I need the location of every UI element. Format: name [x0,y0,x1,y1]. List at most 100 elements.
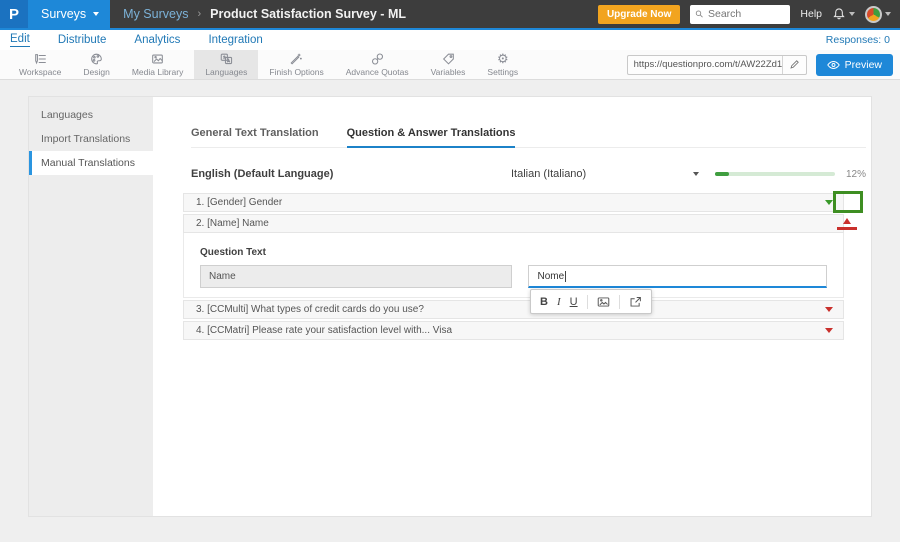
chevron-down-icon [885,12,891,16]
questionpro-app: P Surveys My Surveys › Product Satisfact… [0,0,900,542]
translation-text-value: Nome [537,270,565,282]
text-cursor [565,270,567,282]
workspace-icon [34,54,46,65]
question-row-ccmatri[interactable]: 4. [CCMatri] Please rate your satisfacti… [183,321,844,340]
expand-icon[interactable] [825,200,833,205]
translation-progress-percent: 12% [846,168,867,180]
translation-editor: Question Text Nome B I U [183,233,844,314]
avatar [865,5,882,23]
question-row-name[interactable]: 2. [Name] Name [183,214,857,233]
nav-distribute[interactable]: Distribute [58,34,107,46]
source-language-label: English (Default Language) [191,168,334,180]
toolbar-item-variables[interactable]: Variables [420,50,477,79]
translation-text-field[interactable]: Nome [528,265,827,288]
chevron-down-icon [693,172,699,176]
edit-url-button[interactable] [781,55,806,74]
tag-icon [442,53,454,65]
source-text-field [200,265,513,288]
format-toolbar: B I U [530,289,652,314]
external-link-button[interactable] [629,296,642,308]
questionpro-logo[interactable]: P [0,0,28,28]
toolbar-item-media-library[interactable]: Media Library [121,50,195,79]
question-list: 1. [Gender] Gender 2. [Name] Name Questi… [183,191,863,340]
translation-progress-fill [715,172,730,176]
question-text-label: Question Text [200,247,266,258]
section-nav: Edit Distribute Analytics Integration Re… [0,30,900,50]
translation-tabs: General Text Translation Question & Answ… [191,127,867,148]
translation-inputs: Nome [200,265,827,288]
insert-image-button[interactable] [597,296,610,308]
palette-icon [91,53,102,65]
expand-icon[interactable] [825,307,833,312]
translate-icon [220,53,232,65]
top-header: P Surveys My Surveys › Product Satisfact… [0,0,900,30]
notifications-menu[interactable] [832,7,855,21]
bell-icon [833,8,845,20]
toolbar-item-advance-quotas[interactable]: Advance Quotas [335,50,420,79]
question-title: 3. [CCMulti] What types of credit cards … [196,304,424,315]
toolbar-item-design[interactable]: Design [72,50,120,79]
media-image-icon [152,54,163,64]
tab-question-answer-translations[interactable]: Question & Answer Translations [346,127,516,148]
eye-icon [826,60,840,69]
toolbar-item-settings[interactable]: ⚙ Settings [476,50,529,79]
target-language-dropdown[interactable]: Italian (Italiano) [511,168,699,180]
account-menu[interactable] [865,5,891,23]
upgrade-now-button[interactable]: Upgrade Now [597,4,681,24]
underline-button[interactable]: U [570,296,578,308]
toolbar-divider [586,294,588,309]
pencil-icon [790,60,799,69]
gear-icon: ⚙ [496,51,509,66]
sidebar-item-languages[interactable]: Languages [29,103,153,127]
question-row-gender[interactable]: 1. [Gender] Gender [183,191,863,213]
question-title: 2. [Name] Name [196,218,269,229]
collapse-underline [837,227,857,230]
question-title: 4. [CCMatri] Please rate your satisfacti… [196,325,453,336]
toolbar-divider [618,294,620,309]
search-icon [696,10,704,18]
italic-button[interactable]: I [557,296,561,308]
breadcrumb: My Surveys › Product Satisfaction Survey… [123,7,406,21]
expand-icon[interactable] [825,328,833,333]
survey-url-group: https://questionpro.com/t/AW22Zd1S1 Prev… [626,50,900,79]
responses-count[interactable]: Responses: 0 [826,34,890,46]
edit-toolbar: Workspace Design Media Library Languages… [0,50,900,80]
sidebar-item-manual-translations[interactable]: Manual Translations [29,151,153,175]
manual-translations-content: General Text Translation Question & Answ… [153,97,880,516]
collapse-control[interactable] [836,218,858,230]
nav-analytics[interactable]: Analytics [134,34,180,46]
nav-integration[interactable]: Integration [208,34,262,46]
question-title: 1. [Gender] Gender [196,197,283,208]
chain-links-icon [371,53,383,65]
question-row-ccmulti[interactable]: 3. [CCMulti] What types of credit cards … [183,300,844,319]
bold-button[interactable]: B [540,296,548,308]
toolbar-item-finish-options[interactable]: Finish Options [258,50,334,79]
breadcrumb-my-surveys[interactable]: My Surveys [123,7,188,21]
target-language-value: Italian (Italiano) [511,168,587,180]
chevron-down-icon [849,12,855,16]
toolbar-item-workspace[interactable]: Workspace [8,50,72,79]
help-link[interactable]: Help [800,8,822,20]
highlight-box [833,191,863,213]
magic-wand-icon [290,53,302,65]
survey-url-text: https://questionpro.com/t/AW22Zd1S1 [633,59,782,70]
translations-sidebar: Languages Import Translations Manual Tra… [29,97,153,516]
language-selection-row: English (Default Language) Italian (Ital… [191,168,866,180]
global-search[interactable] [690,4,791,24]
surveys-product-menu[interactable]: Surveys [28,0,111,28]
toolbar-item-languages[interactable]: Languages [194,50,259,79]
header-right-group: Upgrade Now Help [597,4,900,24]
preview-button[interactable]: Preview [815,53,893,76]
breadcrumb-survey-title: Product Satisfaction Survey - ML [210,7,406,21]
nav-edit[interactable]: Edit [10,33,30,47]
sidebar-item-import-translations[interactable]: Import Translations [29,127,153,151]
collapse-icon [843,218,851,224]
surveys-menu-label: Surveys [41,7,87,21]
survey-url-field[interactable]: https://questionpro.com/t/AW22Zd1S1 [626,54,807,75]
search-input[interactable] [707,8,786,20]
tab-general-text-translation[interactable]: General Text Translation [191,127,319,147]
breadcrumb-separator: › [197,8,202,20]
translation-progress-bar [715,172,835,176]
chevron-down-icon [93,12,100,16]
translations-panel: Languages Import Translations Manual Tra… [28,96,872,517]
